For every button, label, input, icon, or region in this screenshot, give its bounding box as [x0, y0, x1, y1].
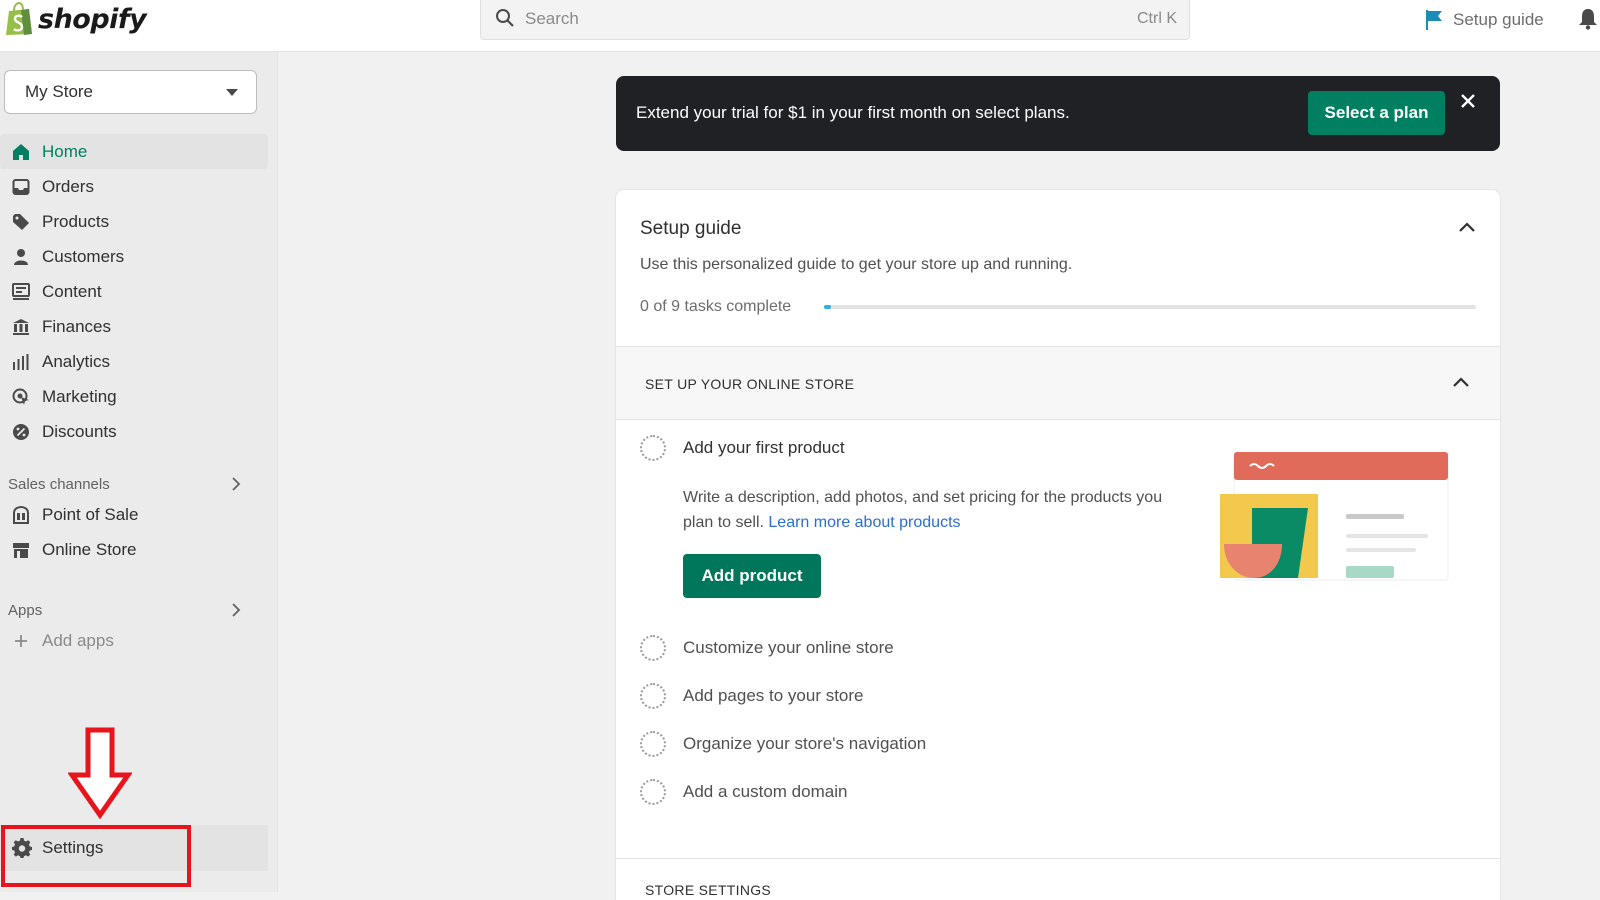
- caret-down-icon: [226, 89, 238, 96]
- setup-guide-subtitle: Use this personalized guide to get your …: [640, 256, 1073, 273]
- setup-guide-link[interactable]: Setup guide: [1425, 8, 1544, 32]
- content-icon: [12, 282, 30, 300]
- nav-item-label: Add apps: [42, 630, 114, 650]
- task-add-pages[interactable]: Add pages to your store: [640, 683, 864, 709]
- search-shortcut: Ctrl K: [1137, 10, 1177, 27]
- chevron-right-icon: [232, 603, 241, 617]
- task-add-first-product[interactable]: Add your first product: [640, 435, 845, 461]
- progress-bar-fill: [824, 305, 831, 309]
- task-label: Add pages to your store: [683, 686, 864, 705]
- bank-icon: [13, 318, 29, 335]
- setup-guide-title: Setup guide: [640, 218, 742, 239]
- primary-nav: Home Orders Products Customers Content F…: [0, 134, 268, 658]
- nav-item-analytics[interactable]: Analytics: [0, 344, 268, 379]
- tag-icon: [13, 213, 29, 230]
- nav-item-label: Finances: [42, 316, 111, 336]
- search-input[interactable]: [525, 6, 1085, 32]
- sales-channels-header[interactable]: Sales channels: [0, 471, 268, 497]
- store-settings-section-header[interactable]: STORE SETTINGS: [645, 882, 771, 898]
- search-icon: [496, 9, 514, 27]
- nav-item-products[interactable]: Products: [0, 204, 268, 239]
- nav-item-online-store[interactable]: Online Store: [0, 532, 268, 567]
- person-icon: [14, 248, 28, 265]
- task-label: Add a custom domain: [683, 782, 848, 801]
- target-icon: [12, 388, 29, 405]
- task-status-circle-icon[interactable]: [640, 635, 666, 661]
- discount-icon: [13, 423, 29, 440]
- sales-channels-label: Sales channels: [8, 475, 110, 493]
- nav-item-label: Products: [42, 211, 110, 231]
- nav-item-discounts[interactable]: Discounts: [0, 414, 268, 449]
- storefront-icon: [13, 542, 29, 558]
- task-description: Write a description, add photos, and set…: [683, 485, 1183, 535]
- top-bar: shopify Ctrl K Setup guide: [0, 0, 1600, 52]
- logo-wordmark: shopify: [38, 3, 147, 35]
- task-organize-navigation[interactable]: Organize your store's navigation: [640, 731, 926, 757]
- progress-bar: [824, 305, 1476, 309]
- orders-icon: [12, 178, 30, 195]
- apps-header[interactable]: Apps: [0, 597, 268, 623]
- nav-item-label: Customers: [42, 246, 125, 266]
- bar-chart-icon: [13, 353, 29, 370]
- pos-icon: [13, 505, 29, 524]
- task-status-circle-icon[interactable]: [640, 435, 666, 461]
- task-label: Customize your online store: [683, 638, 894, 657]
- sidebar: My Store Home Orders Products Customers …: [0, 52, 278, 892]
- nav-item-home[interactable]: Home: [0, 134, 268, 169]
- task-status-circle-icon[interactable]: [640, 683, 666, 709]
- shopify-logo[interactable]: shopify: [4, 2, 147, 36]
- nav-item-label: Orders: [42, 176, 94, 196]
- task-status-circle-icon[interactable]: [640, 731, 666, 757]
- setup-guide-label: Setup guide: [1453, 10, 1544, 29]
- task-status-circle-icon[interactable]: [640, 779, 666, 805]
- nav-item-orders[interactable]: Orders: [0, 169, 268, 204]
- banner-message: Extend your trial for $1 in your first m…: [636, 103, 1070, 122]
- learn-more-products-link[interactable]: Learn more about products: [768, 514, 960, 531]
- settings-label: Settings: [42, 838, 104, 857]
- nav-item-add-apps[interactable]: Add apps: [0, 623, 268, 658]
- add-product-button[interactable]: Add product: [683, 554, 821, 598]
- progress-text: 0 of 9 tasks complete: [640, 298, 792, 315]
- notifications-bell-icon[interactable]: [1578, 8, 1598, 30]
- nav-item-label: Marketing: [42, 386, 117, 406]
- chevron-up-icon: [1453, 377, 1469, 387]
- nav-item-customers[interactable]: Customers: [0, 239, 268, 274]
- nav-item-label: Home: [42, 141, 88, 161]
- home-icon: [13, 143, 29, 160]
- nav-item-label: Online Store: [42, 539, 137, 559]
- task-label: Organize your store's navigation: [683, 734, 927, 753]
- section-divider: [616, 858, 1500, 859]
- setup-guide-card: Setup guide Use this personalized guide …: [616, 190, 1500, 900]
- nav-item-settings[interactable]: Settings: [0, 825, 268, 871]
- apps-label: Apps: [8, 601, 43, 619]
- red-arrow-annotation-icon: [68, 727, 132, 819]
- nav-item-label: Analytics: [42, 351, 111, 371]
- store-selector[interactable]: My Store: [4, 70, 257, 114]
- search-bar[interactable]: Ctrl K: [480, 0, 1190, 40]
- nav-item-label: Content: [42, 281, 102, 301]
- nav-item-point-of-sale[interactable]: Point of Sale: [0, 497, 268, 532]
- flag-icon: [1426, 10, 1442, 30]
- nav-item-label: Discounts: [42, 421, 117, 441]
- chevron-up-icon[interactable]: [1458, 220, 1476, 234]
- nav-item-marketing[interactable]: Marketing: [0, 379, 268, 414]
- nav-item-label: Point of Sale: [42, 504, 139, 524]
- task-customize-store[interactable]: Customize your online store: [640, 635, 894, 661]
- task-custom-domain[interactable]: Add a custom domain: [640, 779, 847, 805]
- select-plan-button[interactable]: Select a plan: [1308, 91, 1445, 135]
- nav-item-content[interactable]: Content: [0, 274, 268, 309]
- section-label: SET UP YOUR ONLINE STORE: [645, 376, 855, 392]
- gear-icon: [12, 838, 32, 858]
- trial-banner: Extend your trial for $1 in your first m…: [616, 76, 1500, 151]
- chevron-right-icon: [232, 477, 241, 491]
- shopify-bag-icon: [6, 2, 32, 35]
- plus-icon: [15, 634, 27, 647]
- nav-item-finances[interactable]: Finances: [0, 309, 268, 344]
- online-store-section-header[interactable]: SET UP YOUR ONLINE STORE: [616, 346, 1500, 420]
- close-icon[interactable]: [1458, 91, 1478, 111]
- task-label: Add your first product: [683, 438, 845, 457]
- store-name: My Store: [25, 82, 94, 101]
- product-illustration-icon: [1220, 452, 1449, 581]
